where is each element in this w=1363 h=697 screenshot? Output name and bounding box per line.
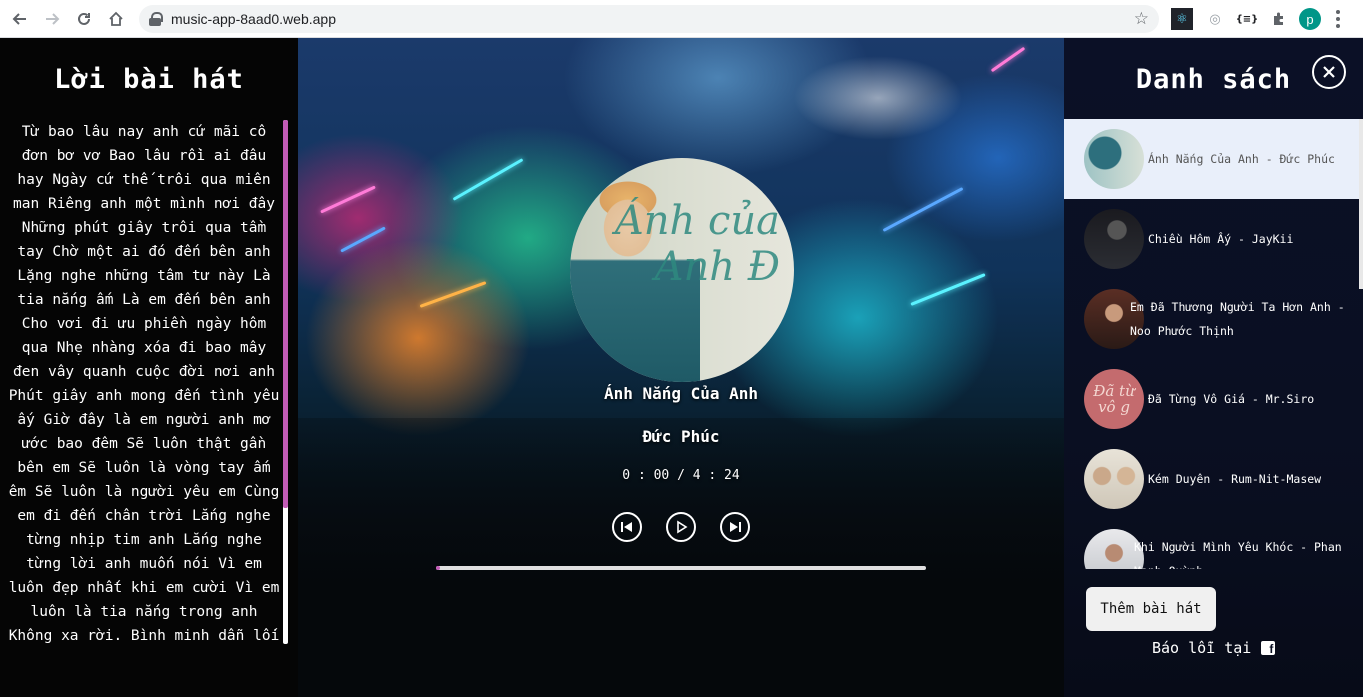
profile-avatar[interactable]: p (1299, 8, 1321, 30)
playlist-item[interactable]: Chiều Hôm Ấy - JayKii (1064, 199, 1359, 279)
playlist-item[interactable]: Kém Duyên - Rum-Nit-Masew (1064, 439, 1359, 519)
skip-next-icon (730, 522, 741, 532)
crowd-silhouette (298, 418, 1064, 697)
playlist-list: Ánh Nắng Của Anh - Đức Phúc Chiều Hôm Ấy… (1064, 119, 1359, 569)
playlist-item[interactable]: Đã từ vô g Đã Từng Vô Giá - Mr.Siro (1064, 359, 1359, 439)
playlist-item-label: Kém Duyên - Rum-Nit-Masew (1148, 472, 1322, 486)
playlist-item[interactable]: Em Đã Thương Người Ta Hơn Anh - Noo Phướ… (1064, 279, 1359, 359)
player-stage: Ánh của Anh Đ Ánh Nắng Của Anh Đức Phúc … (298, 38, 1064, 697)
next-button[interactable] (720, 512, 750, 542)
bookmark-star-icon[interactable]: ☆ (1134, 9, 1149, 29)
report-bug-link[interactable]: Báo lỗi tại f (1152, 639, 1276, 657)
time-display: 0 : 00 / 4 : 24 (622, 468, 740, 483)
progress-bar[interactable] (436, 566, 926, 570)
previous-button[interactable] (612, 512, 642, 542)
playlist-item-label: Chiều Hôm Ấy - JayKii (1148, 232, 1294, 246)
lyrics-title: Lời bài hát (54, 64, 244, 95)
address-bar[interactable]: music-app-8aad0.web.app ☆ (139, 5, 1159, 33)
stage-light (419, 281, 487, 308)
lock-icon (149, 12, 163, 26)
browser-menu-icon[interactable] (1336, 10, 1340, 28)
progress-fill (436, 566, 440, 570)
react-devtools-icon[interactable]: ⚛ (1171, 8, 1193, 30)
playlist-scrollbar[interactable] (1359, 119, 1363, 289)
song-thumbnail (1084, 129, 1144, 189)
home-icon[interactable] (102, 5, 130, 33)
lyrics-text: Từ bao lâu nay anh cứ mãi cô đơn bơ vơ B… (8, 124, 280, 644)
report-text: Báo lỗi tại (1152, 639, 1252, 657)
play-icon (677, 520, 688, 534)
playlist-item-label: Em Đã Thương Người Ta Hơn Anh - Noo Phướ… (1130, 300, 1345, 338)
add-song-button[interactable]: Thêm bài hát (1086, 587, 1216, 631)
song-artist: Đức Phúc (642, 427, 720, 446)
stage-light (910, 273, 986, 306)
forward-arrow-icon[interactable] (38, 5, 66, 33)
stage-light (320, 185, 376, 214)
thumbnail-text: Đã từ vô g (1093, 382, 1135, 416)
song-thumbnail: Đã từ vô g (1084, 369, 1144, 429)
playlist-item-label: Khi Người Mình Yêu Khóc - Phan Mạnh Quỳn… (1134, 540, 1342, 569)
url-text: music-app-8aad0.web.app (171, 11, 336, 27)
lyrics-scrollbar-thumb[interactable] (283, 120, 288, 508)
facebook-icon[interactable]: f (1261, 641, 1276, 655)
lyrics-panel: Lời bài hát Từ bao lâu nay anh cứ mãi cô… (0, 38, 298, 697)
close-icon (1323, 66, 1335, 78)
back-arrow-icon[interactable] (6, 5, 34, 33)
reload-icon[interactable] (70, 5, 98, 33)
close-button[interactable] (1312, 55, 1346, 89)
song-thumbnail (1084, 209, 1144, 269)
song-thumbnail (1084, 449, 1144, 509)
stage-light (882, 187, 964, 232)
playlist-item-label: Đã Từng Vô Giá - Mr.Siro (1148, 392, 1315, 406)
stage-light (990, 46, 1026, 73)
lyrics-scrollbar[interactable] (283, 120, 288, 644)
browser-toolbar: music-app-8aad0.web.app ☆ ⚛ ◎ {≡} p (0, 0, 1363, 38)
json-viewer-icon[interactable]: {≡} (1236, 8, 1259, 30)
playlist-panel: Danh sách Ánh Nắng Của Anh - Đức Phúc Ch… (1064, 38, 1363, 697)
album-disc: Ánh của Anh Đ (570, 158, 794, 382)
extensions-puzzle-icon[interactable] (1268, 8, 1290, 30)
stage-light (452, 158, 524, 201)
stage-light (340, 226, 386, 253)
play-button[interactable] (666, 512, 696, 542)
playlist-item-label: Ánh Nắng Của Anh - Đức Phúc (1148, 152, 1335, 166)
song-title: Ánh Nắng Của Anh (603, 384, 759, 403)
skip-previous-icon (621, 522, 632, 532)
extension-circle-icon[interactable]: ◎ (1204, 8, 1226, 30)
playlist-item[interactable]: Ánh Nắng Của Anh - Đức Phúc (1064, 119, 1359, 199)
album-art-text: Ánh của Anh Đ (614, 198, 780, 290)
playlist-item[interactable]: Khi Người Mình Yêu Khóc - Phan Mạnh Quỳn… (1064, 519, 1359, 569)
